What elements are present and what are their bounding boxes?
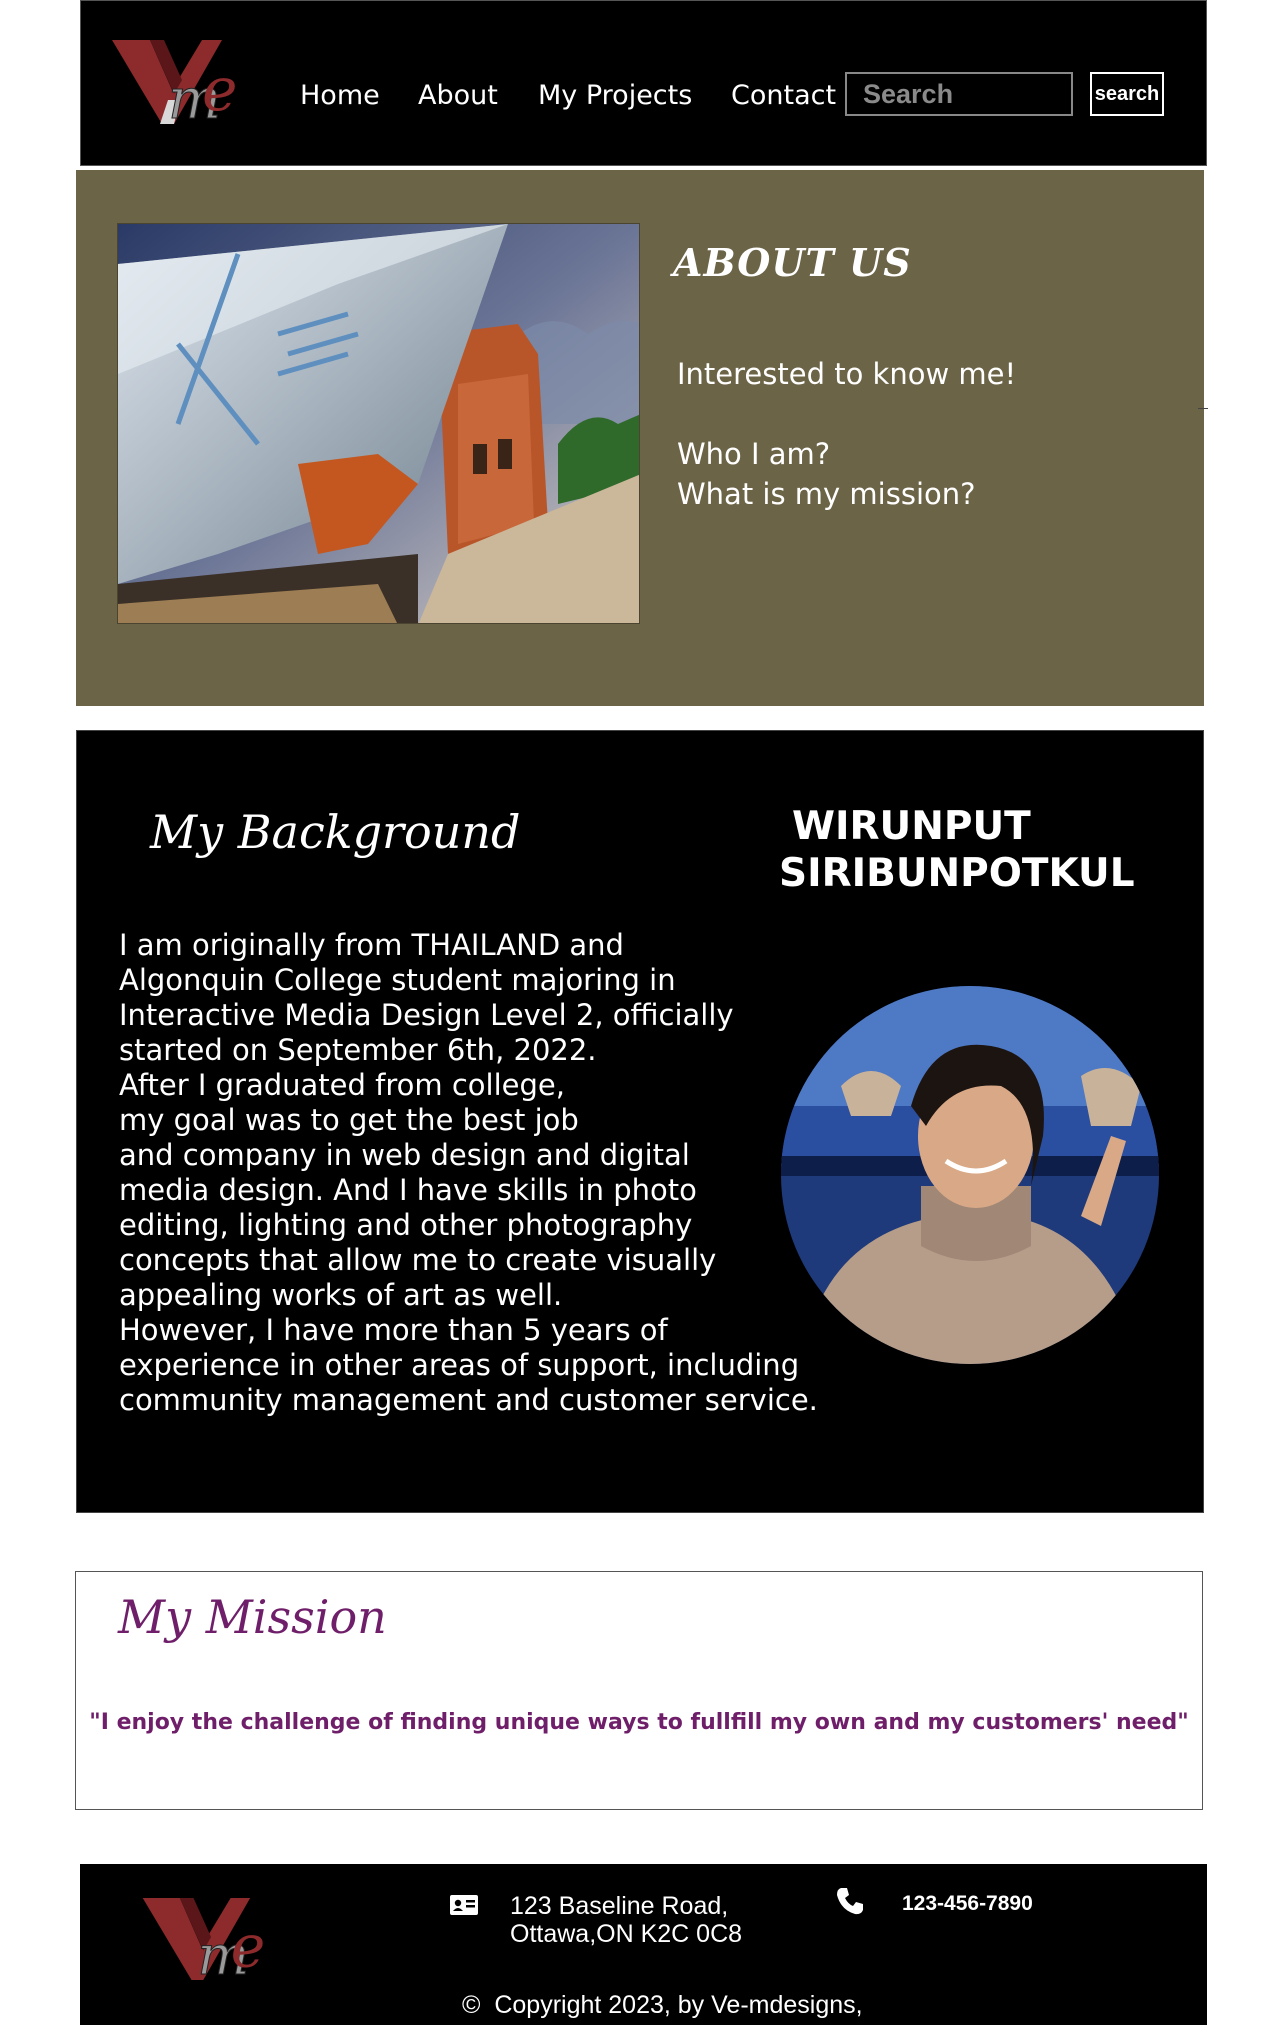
divider xyxy=(1198,408,1208,409)
owner-name-first: WIRUNPUT xyxy=(792,804,1031,849)
owner-name-last: SIRIBUNPOTKUL xyxy=(779,851,1135,896)
mission-quote: "I enjoy the challenge of finding unique… xyxy=(89,1710,1189,1735)
address-line: 123 Baseline Road, xyxy=(510,1892,729,1920)
nav-about[interactable]: About xyxy=(418,80,498,111)
ve-logo-icon[interactable]: m e xyxy=(110,38,262,126)
copyright-text: © Copyright 2023, by Ve-mdesigns, xyxy=(462,1991,863,2020)
about-building-photo xyxy=(117,223,640,624)
ve-logo-icon[interactable]: m e xyxy=(140,1896,290,1982)
about-question-line: Who I am? xyxy=(677,437,831,471)
nav-home[interactable]: Home xyxy=(300,80,380,111)
about-title: ABOUT US xyxy=(673,240,912,285)
nav-contact[interactable]: Contact xyxy=(731,80,836,111)
svg-text:e: e xyxy=(202,55,238,125)
phone-icon xyxy=(837,1888,863,1915)
nav-my-projects[interactable]: My Projects xyxy=(538,80,692,111)
search-button[interactable]: search xyxy=(1090,72,1164,116)
background-text: I am originally from THAILAND and Algonq… xyxy=(119,928,818,1417)
about-question-line: What is my mission? xyxy=(677,477,976,511)
copyright-label: Copyright 2023, by Ve-mdesigns, xyxy=(494,1991,863,2019)
copyright-symbol: © xyxy=(462,1991,481,2019)
about-intro-line: Interested to know me! xyxy=(677,357,1017,391)
svg-text:e: e xyxy=(231,1912,266,1980)
address-line: Ottawa,ON K2C 0C8 xyxy=(510,1920,743,1948)
phone-number: 123-456-7890 xyxy=(902,1892,1033,1915)
search-input[interactable] xyxy=(845,72,1073,116)
mission-heading: My Mission xyxy=(118,1590,387,1644)
contact-card-icon xyxy=(450,1895,478,1915)
profile-photo xyxy=(781,986,1159,1364)
